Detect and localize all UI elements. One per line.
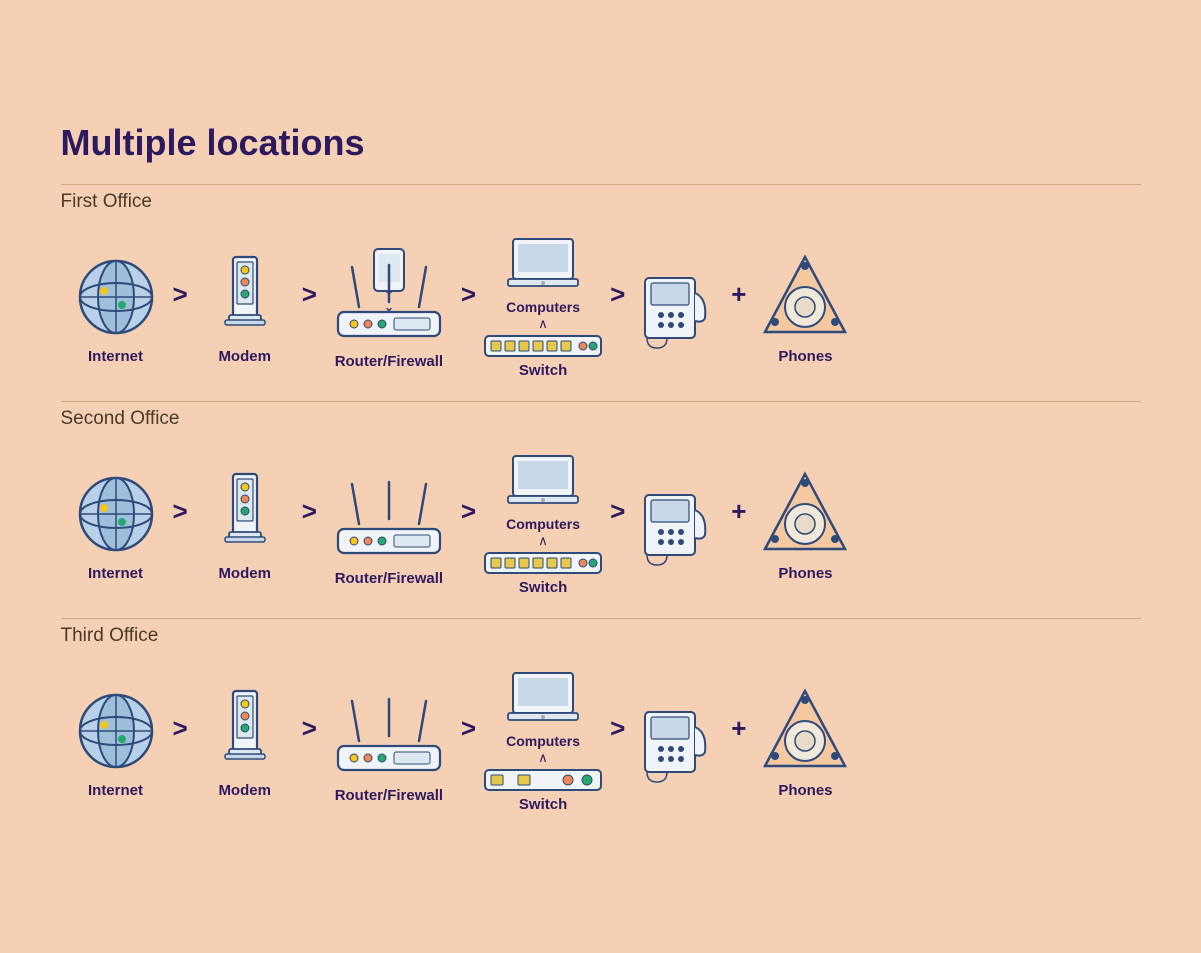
- caret-1: ∧: [538, 317, 548, 330]
- arrow-1a: >: [173, 279, 188, 310]
- modem-icon-2: [200, 469, 290, 559]
- plus-3: +: [731, 713, 746, 744]
- page-title: Multiple locations: [61, 122, 1141, 164]
- internet-icon-2: [71, 469, 161, 559]
- device-modem-2: Modem: [190, 469, 300, 582]
- internet-label-3: Internet: [88, 782, 143, 799]
- switch-label-1: Switch: [519, 362, 567, 379]
- router-icon-3: [324, 681, 454, 781]
- phones-label-3: Phones: [778, 782, 832, 799]
- arrow-3d: >: [610, 713, 625, 744]
- office-row-2: Second Office Internet >: [61, 401, 1141, 614]
- arrow-2b: >: [302, 496, 317, 527]
- arrow-2a: >: [173, 496, 188, 527]
- modem-label-1: Modem: [218, 348, 271, 365]
- conf-phone-icon-2: [755, 469, 855, 559]
- device-router-1: ⌃ ⌄ Router/Firewall: [319, 247, 459, 370]
- arrow-3c: >: [461, 713, 476, 744]
- device-modem-3: Modem: [190, 686, 300, 799]
- computers-label-2: Computers: [506, 516, 580, 532]
- internet-label-1: Internet: [88, 348, 143, 365]
- device-phone-desk-1: [627, 263, 727, 353]
- office-row-3: Third Office Internet >: [61, 618, 1141, 831]
- arrow-3a: >: [173, 713, 188, 744]
- arrow-1c: >: [461, 279, 476, 310]
- modem-icon-1: [200, 252, 290, 342]
- computers-label-3: Computers: [506, 733, 580, 749]
- device-phone-desk-2: [627, 480, 727, 570]
- network-row-1: Internet >: [61, 237, 1141, 379]
- switch-label-2: Switch: [519, 579, 567, 596]
- office-row-1: First Office In: [61, 184, 1141, 397]
- device-router-2: Router/Firewall: [319, 464, 459, 587]
- router-icon-2: [324, 464, 454, 564]
- arrow-2d: >: [610, 496, 625, 527]
- device-router-3: Router/Firewall: [319, 681, 459, 804]
- office-label-3: Third Office: [61, 625, 159, 647]
- arrow-1d: >: [610, 279, 625, 310]
- arrow-2c: >: [461, 496, 476, 527]
- device-phone-desk-3: [627, 697, 727, 787]
- plus-1: +: [731, 279, 746, 310]
- router-label-3: Router/Firewall: [335, 787, 443, 804]
- router-label-2: Router/Firewall: [335, 570, 443, 587]
- desk-phone-icon-3: [637, 697, 717, 787]
- phones-label-2: Phones: [778, 565, 832, 582]
- desk-phone-icon-1: [637, 263, 717, 353]
- arrow-1b: >: [302, 279, 317, 310]
- phones-label-1: Phones: [778, 348, 832, 365]
- plus-2: +: [731, 496, 746, 527]
- internet-icon-1: [71, 252, 161, 342]
- conf-phone-icon-3: [755, 686, 855, 776]
- switch-group-2: Computers ∧ Switch: [478, 454, 608, 596]
- office-label-2: Second Office: [61, 408, 180, 430]
- network-row-3: Internet > Modem >: [61, 671, 1141, 813]
- switch-group-1: Computers ∧ Switch: [478, 237, 608, 379]
- internet-icon-3: [71, 686, 161, 776]
- modem-icon-3: [200, 686, 290, 776]
- device-internet-1: Internet: [61, 252, 171, 365]
- device-internet-2: Internet: [61, 469, 171, 582]
- router-label-1: Router/Firewall: [335, 353, 443, 370]
- internet-label-2: Internet: [88, 565, 143, 582]
- modem-label-3: Modem: [218, 782, 271, 799]
- device-internet-3: Internet: [61, 686, 171, 799]
- device-conf-phone-2: Phones: [750, 469, 860, 582]
- office-label-1: First Office: [61, 191, 153, 213]
- device-conf-phone-3: Phones: [750, 686, 860, 799]
- caret-2: ∧: [538, 534, 548, 547]
- device-modem-1: Modem: [190, 252, 300, 365]
- computers-label-1: Computers: [506, 299, 580, 315]
- device-conf-phone-1: Phones: [750, 252, 860, 365]
- modem-label-2: Modem: [218, 565, 271, 582]
- network-row-2: Internet > Modem >: [61, 454, 1141, 596]
- router-icon-1: ⌃ ⌄: [324, 247, 454, 347]
- desk-phone-icon-2: [637, 480, 717, 570]
- arrow-3b: >: [302, 713, 317, 744]
- conf-phone-icon-1: [755, 252, 855, 342]
- switch-label-3: Switch: [519, 796, 567, 813]
- switch-group-3: Computers ∧ Switch: [478, 671, 608, 813]
- caret-3: ∧: [538, 751, 548, 764]
- main-container: Multiple locations First Office: [21, 92, 1181, 861]
